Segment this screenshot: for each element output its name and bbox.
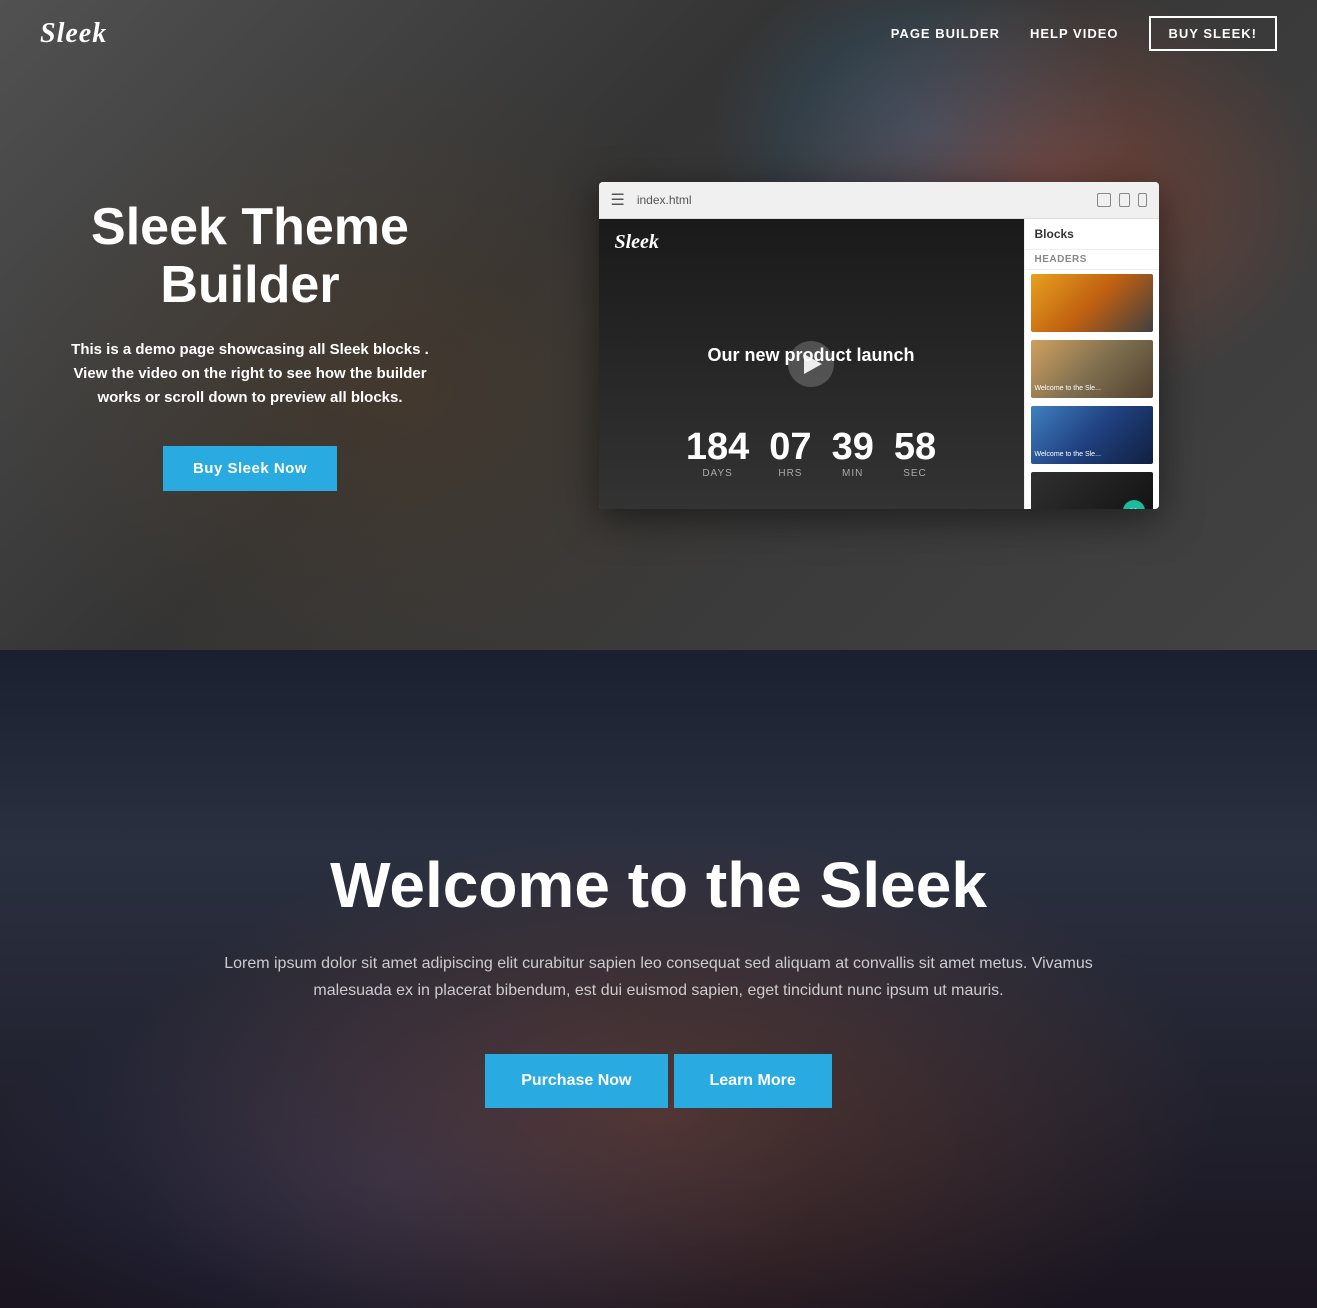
hero-title: Sleek Theme Builder (60, 199, 440, 313)
countdown-min: 39 MIN (832, 428, 874, 479)
sidebar-thumb-2[interactable]: Welcome to the Sle... (1031, 340, 1153, 398)
browser-main-content: Sleek Our new product launch 184 DAYS (599, 219, 1024, 509)
hero-buy-button[interactable]: Buy Sleek Now (163, 446, 337, 491)
countdown-days-num: 184 (686, 428, 749, 466)
countdown-min-num: 39 (832, 428, 874, 466)
browser-url: index.html (637, 193, 1085, 207)
sidebar-thumb-1[interactable] (1031, 274, 1153, 332)
welcome-section: Welcome to the Sleek Lorem ipsum dolor s… (0, 650, 1317, 1308)
navbar: Sleek PAGE BUILDER HELP VIDEO BUY SLEEK! (0, 0, 1317, 67)
browser-sidebar: Blocks HEADERS Welcome to the Sle... Wel… (1024, 219, 1159, 509)
browser-play-button[interactable] (788, 341, 834, 387)
welcome-title: Welcome to the Sleek (209, 850, 1109, 920)
browser-tablet-icon (1119, 193, 1130, 207)
sidebar-thumb-4[interactable]: Our new product lau... x (1031, 472, 1153, 509)
nav-link-help-video[interactable]: HELP VIDEO (1030, 26, 1119, 41)
learn-more-button[interactable]: Learn More (674, 1054, 832, 1108)
hero-description: This is a demo page showcasing all Sleek… (60, 338, 440, 410)
browser-controls (1097, 193, 1147, 207)
countdown-sec: 58 SEC (894, 428, 936, 479)
countdown-min-label: MIN (832, 468, 874, 479)
countdown-days-label: DAYS (686, 468, 749, 479)
welcome-description: Lorem ipsum dolor sit amet adipiscing el… (209, 950, 1109, 1004)
nav-buy-button[interactable]: BUY SLEEK! (1149, 16, 1278, 51)
countdown-sec-num: 58 (894, 428, 936, 466)
countdown-days: 184 DAYS (686, 428, 749, 479)
sidebar-section-headers: HEADERS (1025, 250, 1159, 270)
sidebar-thumb-2-text: Welcome to the Sle... (1035, 385, 1149, 393)
nav-links: PAGE BUILDER HELP VIDEO BUY SLEEK! (891, 16, 1277, 51)
browser-site-logo: Sleek (615, 231, 659, 254)
nav-logo: Sleek (40, 18, 107, 50)
browser-menu-icon: ☰ (611, 190, 625, 210)
hero-right: ☰ index.html Sleek Our new product laun (500, 182, 1257, 509)
browser-phone-icon (1138, 193, 1147, 207)
countdown-hrs-num: 07 (769, 428, 811, 466)
hero-cta: Buy Sleek Now (60, 446, 440, 491)
countdown-hrs: 07 HRS (769, 428, 811, 479)
browser-bar: ☰ index.html (599, 182, 1159, 219)
welcome-content: Welcome to the Sleek Lorem ipsum dolor s… (209, 850, 1109, 1109)
sidebar-header: Blocks (1025, 219, 1159, 250)
sidebar-thumb-3-text: Welcome to the Sle... (1035, 451, 1149, 459)
browser-monitor-icon (1097, 193, 1111, 207)
countdown-sec-label: SEC (894, 468, 936, 479)
browser-mockup: ☰ index.html Sleek Our new product laun (599, 182, 1159, 509)
sidebar-thumb-3[interactable]: Welcome to the Sle... (1031, 406, 1153, 464)
play-icon (804, 354, 822, 374)
browser-main: Sleek Our new product launch 184 DAYS (599, 219, 1024, 509)
purchase-now-button[interactable]: Purchase Now (485, 1054, 667, 1108)
welcome-buttons: Purchase Now Learn More (209, 1054, 1109, 1108)
hero-left: Sleek Theme Builder This is a demo page … (60, 199, 440, 490)
hero-content: Sleek Theme Builder This is a demo page … (0, 102, 1317, 549)
browser-body: Sleek Our new product launch 184 DAYS (599, 219, 1159, 509)
sidebar-close-button[interactable]: x (1123, 500, 1145, 509)
browser-countdown: 184 DAYS 07 HRS 39 MIN (599, 428, 1024, 479)
countdown-hrs-label: HRS (769, 468, 811, 479)
nav-link-page-builder[interactable]: PAGE BUILDER (891, 26, 1000, 41)
hero-section: Sleek Theme Builder This is a demo page … (0, 0, 1317, 650)
